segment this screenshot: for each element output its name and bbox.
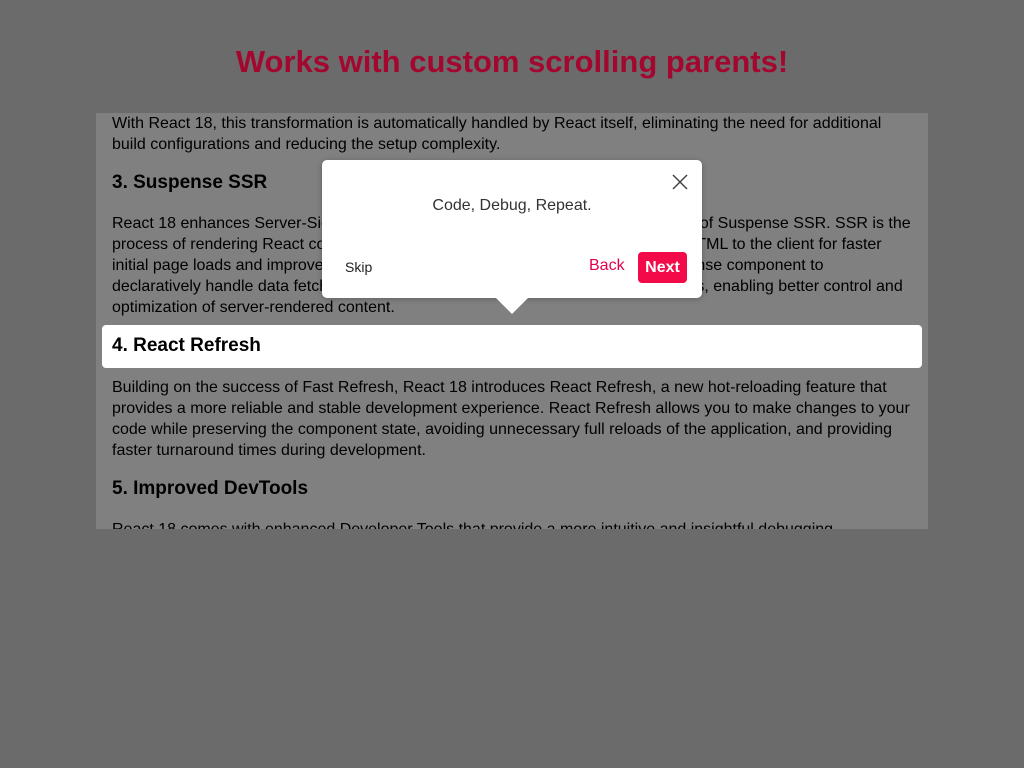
section-heading-devtools: 5. Improved DevTools bbox=[112, 478, 309, 499]
popover-arrow bbox=[496, 298, 528, 314]
next-button[interactable]: Next bbox=[638, 252, 687, 283]
page: Works with custom scrolling parents! Wit… bbox=[0, 0, 1024, 768]
tour-popover: Code, Debug, Repeat. Skip Back Next bbox=[322, 160, 702, 314]
skip-button[interactable]: Skip bbox=[345, 259, 372, 275]
section-heading-react-refresh: 4. React Refresh bbox=[112, 335, 261, 356]
intro-paragraph: With React 18, this transformation is au… bbox=[112, 115, 882, 153]
section-heading-suspense-ssr: 3. Suspense SSR bbox=[112, 172, 268, 193]
page-title: Works with custom scrolling parents! bbox=[235, 44, 789, 79]
section-body-react-refresh: Building on the success of Fast Refresh,… bbox=[112, 379, 910, 459]
back-button[interactable]: Back bbox=[589, 257, 625, 275]
close-icon[interactable] bbox=[670, 172, 690, 192]
tour-step-text: Code, Debug, Repeat. bbox=[432, 197, 592, 214]
section-body-devtools: React 18 comes with enhanced Developer T… bbox=[112, 519, 912, 529]
